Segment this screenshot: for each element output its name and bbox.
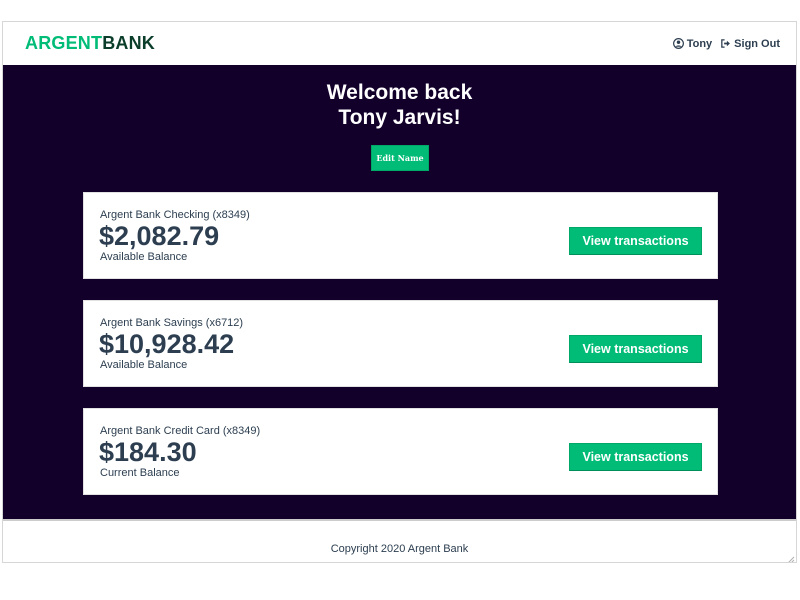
welcome-heading: Welcome back Tony Jarvis! [3,80,796,130]
user-profile-link[interactable]: Tony [672,37,713,50]
main-nav: ARGENT BANK Tony Sign Out [3,22,796,65]
account-amount: $184.30 [99,437,197,467]
app-window: ARGENT BANK Tony Sign Out Welcome back To… [2,21,797,563]
nav-links: Tony Sign Out [672,37,780,50]
account-amount: $10,928.42 [99,329,235,359]
main-content: Welcome back Tony Jarvis! Edit Name Arge… [3,65,796,519]
view-transactions-button[interactable]: View transactions [569,443,702,471]
footer: Copyright 2020 Argent Bank [3,519,796,562]
sign-out-label: Sign Out [734,37,780,50]
account-card-checking: Argent Bank Checking (x8349) $2,082.79 A… [83,192,718,279]
resize-grip-icon[interactable] [786,552,795,562]
argent-bank-logo[interactable]: ARGENT BANK [25,33,155,54]
account-amount: $2,082.79 [99,221,220,251]
logo-bank-text: BANK [102,33,155,53]
user-circle-icon [672,38,684,49]
account-title: Argent Bank Credit Card (x8349) [100,425,261,437]
account-title: Argent Bank Savings (x6712) [100,317,244,329]
sign-out-icon [720,38,731,49]
view-transactions-button[interactable]: View transactions [569,227,702,255]
user-name-label: Tony [686,37,713,50]
account-amount-description: Available Balance [100,359,188,371]
account-card-credit: Argent Bank Credit Card (x8349) $184.30 … [83,408,718,495]
welcome-line-2: Tony Jarvis! [338,106,461,129]
account-amount-description: Current Balance [100,467,180,479]
account-title: Argent Bank Checking (x8349) [100,209,250,221]
welcome-line-1: Welcome back [326,81,473,104]
edit-name-button[interactable]: Edit Name [371,145,429,171]
account-amount-description: Available Balance [100,251,188,263]
view-transactions-button[interactable]: View transactions [569,335,702,363]
account-card-savings: Argent Bank Savings (x6712) $10,928.42 A… [83,300,718,387]
sign-out-link[interactable]: Sign Out [720,38,780,50]
logo-argent-text: ARGENT [25,33,103,53]
copyright-text: Copyright 2020 Argent Bank [330,542,469,555]
